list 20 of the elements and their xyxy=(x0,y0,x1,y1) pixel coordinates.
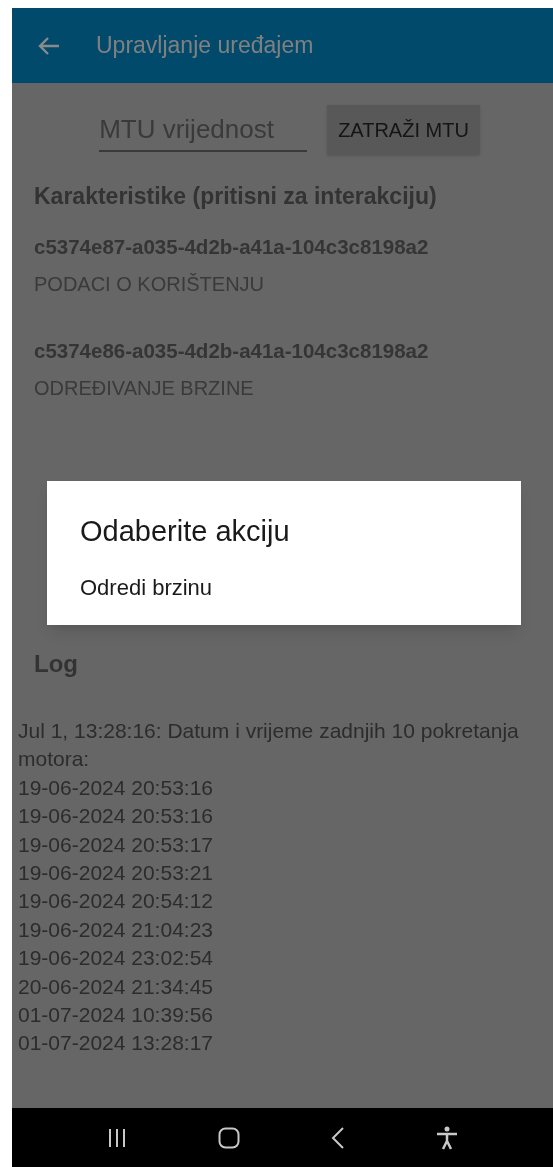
dialog-title: Odaberite akciju xyxy=(80,514,291,549)
home-icon[interactable] xyxy=(218,1126,241,1149)
log-line: 19-06-2024 23:02:54 xyxy=(18,945,214,972)
log-line: 19-06-2024 20:53:16 xyxy=(18,803,214,830)
back-icon[interactable] xyxy=(330,1125,345,1150)
recent-apps-icon[interactable] xyxy=(107,1126,128,1149)
log-line: 20-06-2024 21:34:45 xyxy=(18,973,214,1000)
screen-title: Upravljanje uređajem xyxy=(96,31,314,61)
log-line: 01-07-2024 13:28:17 xyxy=(18,1030,214,1057)
log-line: 19-06-2024 20:53:17 xyxy=(18,831,214,858)
log-line: 19-06-2024 21:04:23 xyxy=(18,916,214,943)
request-mtu-button[interactable]: ZATRAŽI MTU xyxy=(327,105,480,155)
log-line: 19-06-2024 20:53:16 xyxy=(18,774,214,801)
back-arrow-icon[interactable] xyxy=(38,35,60,56)
log-line: 19-06-2024 20:54:12 xyxy=(18,888,214,915)
log-line: Jul 1, 13:28:16: Datum i vrijeme zadnjih 10 pokretanja motora: xyxy=(18,718,520,773)
log-line: 01-07-2024 10:39:56 xyxy=(18,1002,214,1029)
accessibility-icon[interactable] xyxy=(435,1125,458,1150)
log-line: 19-06-2024 20:53:21 xyxy=(18,860,214,887)
dialog-option[interactable]: Odredi brzinu xyxy=(80,573,488,603)
